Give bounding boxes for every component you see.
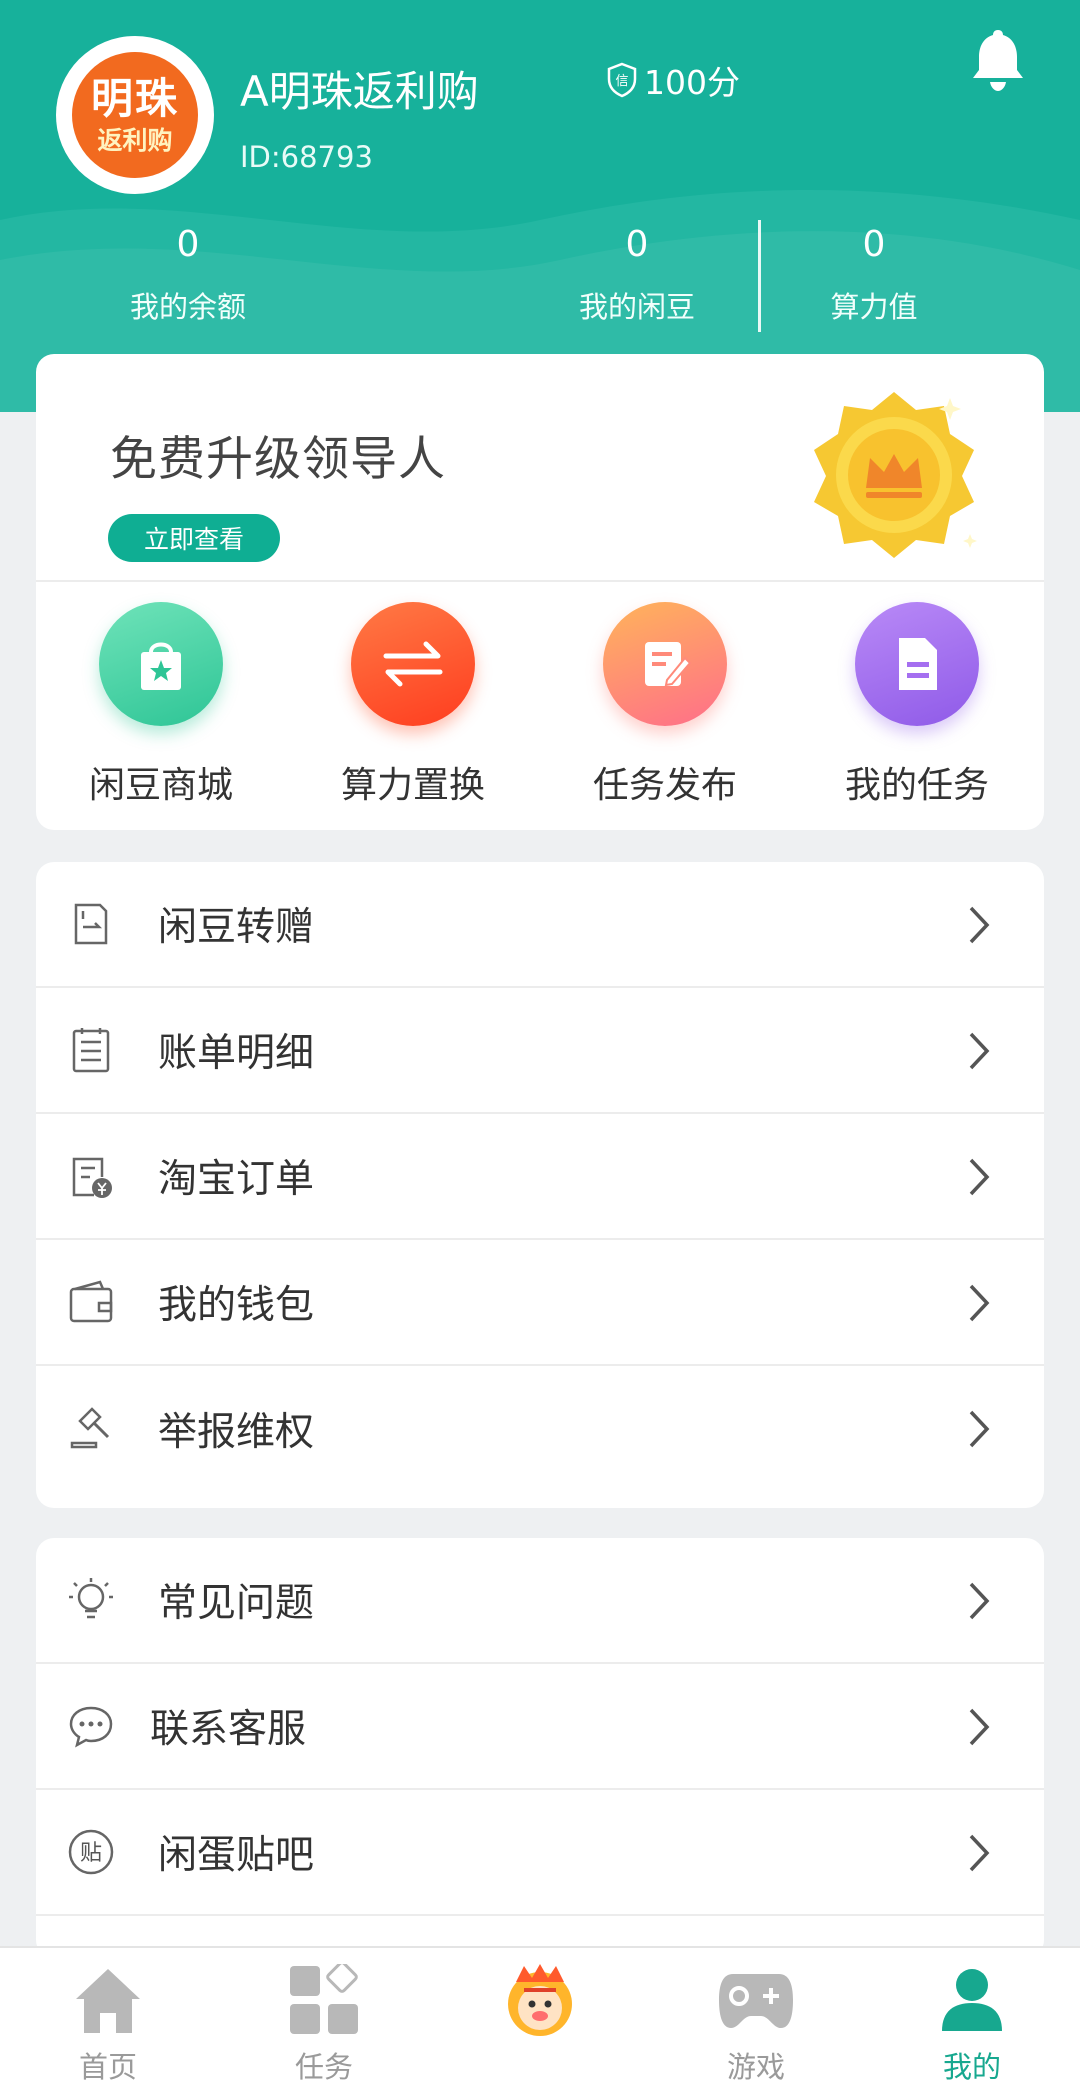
- quick-action-bean-mall[interactable]: 闲豆商城: [36, 602, 286, 808]
- stat-compute-label: 算力值: [830, 290, 918, 324]
- card-divider: [36, 580, 1044, 582]
- stat-balance-value: 0: [176, 224, 200, 265]
- avatar-logo-text-1: 明珠: [90, 73, 179, 123]
- tab-games[interactable]: 游戏: [648, 1960, 864, 2086]
- quick-action-label: 我的任务: [844, 765, 989, 806]
- menu-item-label: 淘宝订单: [158, 1157, 315, 1202]
- svg-text:信: 信: [615, 74, 628, 89]
- menu-item-customer-service[interactable]: 联系客服: [36, 1664, 1044, 1790]
- chevron-right-icon: [969, 1708, 990, 1746]
- promo-card: 免费升级领导人 立即查看 闲豆商城 算力置换 任务发布 我的任务: [36, 354, 1044, 830]
- menu-item-taobao-orders[interactable]: 淘宝订单: [36, 1114, 1044, 1240]
- menu-item-report[interactable]: 举报维权: [36, 1366, 1044, 1492]
- stat-compute[interactable]: 0 算力值: [754, 224, 994, 326]
- bottom-tab-bar: 首页 任务 游戏 我的: [0, 1946, 1080, 2097]
- tab-tasks[interactable]: 任务: [216, 1960, 432, 2086]
- menu-item-label: 举报维权: [158, 1410, 315, 1455]
- user-icon: [942, 1969, 1002, 2031]
- menu-item-label: 常见问题: [158, 1581, 315, 1626]
- lion-mascot-icon: [508, 1964, 572, 2036]
- quick-action-label: 闲豆商城: [88, 765, 233, 806]
- lightbulb-icon: [69, 1578, 113, 1619]
- edit-note-icon: [603, 602, 727, 726]
- quick-action-compute-swap[interactable]: 算力置换: [288, 602, 538, 808]
- order-yen-icon: [72, 1157, 112, 1198]
- menu-item-faq[interactable]: 常见问题: [36, 1538, 1044, 1664]
- quick-action-publish-task[interactable]: 任务发布: [540, 602, 790, 808]
- chevron-right-icon: [969, 906, 990, 944]
- chevron-right-icon: [969, 1032, 990, 1070]
- tab-mascot[interactable]: [432, 1960, 648, 2044]
- menu-group-account: 闲豆转赠 账单明细 淘宝订单 我的钱包 举报维权: [36, 862, 1044, 1508]
- shield-credit-icon: 信: [607, 62, 637, 98]
- quick-action-label: 任务发布: [592, 765, 737, 806]
- avatar-logo: 明珠 返利购: [72, 52, 198, 178]
- promo-title: 免费升级领导人: [110, 432, 446, 487]
- menu-item-bill-details[interactable]: 账单明细: [36, 988, 1044, 1114]
- bell-icon[interactable]: [970, 26, 1026, 92]
- stat-compute-value: 0: [862, 224, 886, 265]
- credit-score-value: 100分: [644, 63, 740, 102]
- chevron-right-icon: [969, 1834, 990, 1872]
- tab-mine[interactable]: 我的: [864, 1960, 1080, 2086]
- crown-badge-icon: [814, 392, 977, 558]
- tab-label: 我的: [942, 2050, 1001, 2084]
- chevron-right-icon: [969, 1284, 990, 1322]
- quick-action-label: 算力置换: [340, 765, 485, 806]
- chat-bubble-icon: [69, 1706, 113, 1748]
- menu-item-label: 联系客服: [150, 1707, 307, 1752]
- credit-score[interactable]: 信 100分: [606, 56, 740, 104]
- menu-item-label: 闲豆转赠: [158, 905, 315, 950]
- transfer-doc-icon: [74, 903, 108, 945]
- bill-list-icon: [72, 1028, 110, 1073]
- chevron-right-icon: [969, 1410, 990, 1448]
- user-id: ID:68793: [240, 140, 373, 174]
- menu-item-label: 我的钱包: [158, 1283, 315, 1328]
- menu-item-label: 闲蛋贴吧: [158, 1833, 315, 1878]
- user-name: A明珠返利购: [240, 67, 479, 116]
- gavel-icon: [70, 1407, 110, 1449]
- menu-item-my-wallet[interactable]: 我的钱包: [36, 1240, 1044, 1366]
- home-icon: [76, 1969, 140, 2033]
- menu-item-forum[interactable]: 贴 闲蛋贴吧: [36, 1790, 1044, 1916]
- avatar[interactable]: 明珠 返利购: [56, 36, 214, 194]
- stat-balance-label: 我的余额: [129, 290, 246, 324]
- tab-label: 游戏: [726, 2050, 785, 2084]
- tab-label: 首页: [78, 2050, 137, 2084]
- chevron-right-icon: [969, 1582, 990, 1620]
- chevron-right-icon: [969, 1158, 990, 1196]
- wallet-icon: [69, 1280, 113, 1323]
- avatar-logo-text-2: 返利购: [97, 125, 173, 155]
- gamepad-icon: [719, 1974, 793, 2028]
- menu-group-help: 常见问题 联系客服 贴 闲蛋贴吧: [36, 1538, 1044, 1958]
- menu-item-bean-transfer[interactable]: 闲豆转赠: [36, 862, 1044, 988]
- grid-icon: [290, 1964, 358, 2034]
- svg-text:贴: 贴: [80, 1841, 102, 1866]
- menu-item-label: 账单明细: [158, 1031, 315, 1076]
- tab-home[interactable]: 首页: [0, 1960, 216, 2086]
- document-icon: [855, 602, 979, 726]
- view-now-button[interactable]: 立即查看: [108, 514, 280, 562]
- forum-tie-icon: 贴: [68, 1829, 114, 1875]
- stat-beans-value: 0: [625, 224, 649, 265]
- tab-label: 任务: [294, 2050, 353, 2084]
- stat-beans-label: 我的闲豆: [578, 290, 695, 324]
- stat-balance[interactable]: 0 我的余额: [68, 224, 308, 326]
- quick-action-my-tasks[interactable]: 我的任务: [792, 602, 1042, 808]
- profile-header: 明珠 返利购 A明珠返利购 ID:68793 信 100分 0 我的余额 0 我…: [0, 0, 1080, 412]
- swap-arrows-icon: [351, 602, 475, 726]
- shopping-bag-icon: [99, 602, 223, 726]
- stat-beans[interactable]: 0 我的闲豆: [517, 224, 757, 326]
